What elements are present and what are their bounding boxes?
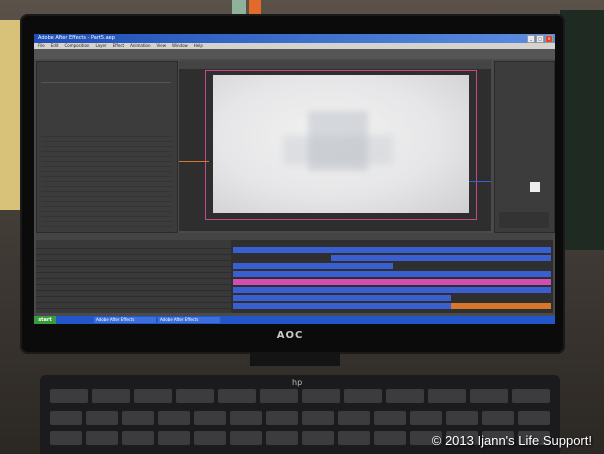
layer-bar[interactable] (233, 295, 451, 301)
key (410, 411, 442, 425)
keyboard-brand: hp (292, 378, 303, 387)
layer-row[interactable] (36, 268, 231, 273)
key (176, 389, 214, 403)
taskbar-item[interactable]: Adobe After Effects (158, 317, 220, 323)
key (194, 411, 226, 425)
tools-panel[interactable] (34, 49, 555, 59)
key (122, 411, 154, 425)
monitor-stand (250, 352, 340, 366)
device-stack (560, 10, 604, 250)
layer-bar[interactable] (233, 263, 393, 269)
window-controls: _ □ × (527, 35, 553, 43)
key (446, 411, 478, 425)
key (158, 411, 190, 425)
key (134, 389, 172, 403)
key-row (50, 411, 550, 425)
key (518, 411, 550, 425)
taskbar-item[interactable]: Adobe After Effects (94, 317, 156, 323)
layer-bar[interactable] (233, 279, 551, 285)
key (338, 411, 370, 425)
key (470, 389, 508, 403)
window-title: Adobe After Effects - Part5.aep (38, 35, 115, 41)
layer-row[interactable] (36, 304, 231, 309)
composition-render[interactable] (213, 75, 469, 213)
paragraph-panel[interactable] (499, 212, 549, 228)
layer-row[interactable] (36, 292, 231, 297)
key (374, 411, 406, 425)
key (266, 411, 298, 425)
layer-row[interactable] (36, 298, 231, 303)
key (512, 389, 550, 403)
project-panel[interactable] (36, 61, 178, 233)
layer-row[interactable] (36, 286, 231, 291)
maximize-button[interactable]: □ (536, 35, 544, 43)
layer-list[interactable] (36, 240, 231, 313)
key (374, 431, 406, 445)
key (158, 431, 190, 445)
key (338, 431, 370, 445)
key (260, 389, 298, 403)
minimize-button[interactable]: _ (527, 35, 535, 43)
layer-bar[interactable] (233, 247, 551, 253)
start-button[interactable]: start (34, 316, 56, 324)
timeline-ruler[interactable] (36, 233, 553, 240)
layer-row[interactable] (36, 280, 231, 285)
key (302, 411, 334, 425)
monitor-logo: AOC (276, 330, 304, 341)
windows-taskbar: start Adobe After Effects Adobe After Ef… (34, 316, 555, 324)
key (50, 411, 82, 425)
key (230, 431, 262, 445)
info-panel[interactable] (494, 61, 555, 233)
key (86, 411, 118, 425)
motion-path (469, 181, 491, 182)
key (194, 431, 226, 445)
window-titlebar: Adobe After Effects - Part5.aep _ □ × (34, 34, 555, 43)
layer-row[interactable] (36, 262, 231, 267)
layer-bar[interactable] (233, 303, 451, 309)
copyright-watermark: © 2013 Ijann's Life Support! (431, 433, 592, 448)
layer-row[interactable] (36, 274, 231, 279)
composition-panel[interactable] (179, 61, 491, 231)
key (266, 431, 298, 445)
key (122, 431, 154, 445)
blurred-object (308, 111, 368, 171)
wall-poster (0, 20, 22, 210)
key (50, 431, 82, 445)
key (92, 389, 130, 403)
monitor-screen: Adobe After Effects - Part5.aep _ □ × Fi… (34, 34, 555, 324)
divider (41, 82, 171, 83)
layer-row[interactable] (36, 256, 231, 261)
key (344, 389, 382, 403)
color-swatch[interactable] (530, 182, 540, 192)
layer-bar[interactable] (233, 287, 551, 293)
layer-row[interactable] (36, 250, 231, 255)
layer-bar[interactable] (451, 303, 551, 309)
layer-bar[interactable] (331, 255, 551, 261)
composition-tab[interactable] (179, 61, 491, 69)
close-button[interactable]: × (545, 35, 553, 43)
layer-row[interactable] (36, 244, 231, 249)
key (428, 389, 466, 403)
layer-bar[interactable] (233, 271, 551, 277)
motion-path (179, 161, 209, 162)
key (386, 389, 424, 403)
key (482, 411, 514, 425)
key (302, 431, 334, 445)
key (218, 389, 256, 403)
key (302, 389, 340, 403)
key (230, 411, 262, 425)
project-item-list[interactable] (41, 132, 173, 228)
key (50, 389, 88, 403)
key-row (50, 389, 550, 403)
key (86, 431, 118, 445)
timeline-panel[interactable] (36, 233, 553, 313)
